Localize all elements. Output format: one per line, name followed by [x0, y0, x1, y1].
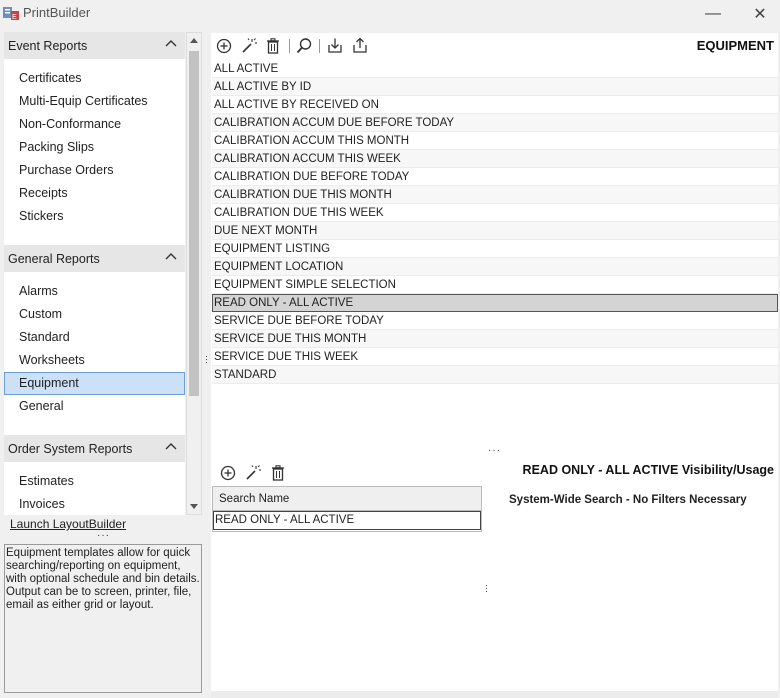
- scroll-down-arrow-icon[interactable]: [189, 501, 199, 511]
- section-items-general-reports: Alarms Custom Standard Worksheets Equipm…: [4, 272, 185, 424]
- sidebar-item-receipts[interactable]: Receipts: [4, 182, 185, 205]
- list-item[interactable]: SERVICE DUE THIS WEEK: [212, 348, 778, 366]
- scrollbar-thumb[interactable]: [189, 51, 199, 396]
- search-name-grid: Search Name READ ONLY - ALL ACTIVE: [212, 486, 482, 532]
- section-header-general-reports[interactable]: General Reports: [4, 245, 185, 272]
- search-icon[interactable]: [295, 37, 313, 55]
- chevron-up-icon[interactable]: [165, 38, 177, 50]
- app-logo-icon: E: [3, 7, 19, 21]
- app-title: PrintBuilder: [23, 5, 91, 20]
- section-header-label: Event Reports: [8, 38, 88, 53]
- horizontal-splitter-handle[interactable]: ···: [488, 445, 501, 456]
- trash-icon[interactable]: [264, 37, 282, 55]
- magic-wand-icon[interactable]: [244, 464, 262, 482]
- list-item[interactable]: DUE NEXT MONTH: [212, 222, 778, 240]
- template-list: ALL ACTIVE ALL ACTIVE BY ID ALL ACTIVE B…: [212, 60, 778, 384]
- list-item[interactable]: EQUIPMENT SIMPLE SELECTION: [212, 276, 778, 294]
- list-item[interactable]: SERVICE DUE THIS MONTH: [212, 330, 778, 348]
- templates-toolbar: EQUIPMENT: [211, 33, 778, 59]
- import-icon[interactable]: [326, 37, 344, 55]
- visibility-note: System-Wide Search - No Filters Necessar…: [509, 494, 747, 506]
- list-item[interactable]: CALIBRATION DUE THIS MONTH: [212, 186, 778, 204]
- scroll-up-arrow-icon[interactable]: [189, 36, 199, 46]
- sidebar-item-purchase-orders[interactable]: Purchase Orders: [4, 159, 185, 182]
- sidebar-item-packing-slips[interactable]: Packing Slips: [4, 136, 185, 159]
- minimize-icon: —: [705, 5, 721, 22]
- list-item[interactable]: EQUIPMENT LISTING: [212, 240, 778, 258]
- list-item[interactable]: EQUIPMENT LOCATION: [212, 258, 778, 276]
- template-description: Equipment templates allow for quick sear…: [4, 544, 202, 693]
- horizontal-splitter-handle[interactable]: ···: [97, 530, 110, 541]
- list-item[interactable]: CALIBRATION ACCUM THIS MONTH: [212, 132, 778, 150]
- svg-text:E: E: [12, 14, 17, 21]
- sidebar-item-worksheets[interactable]: Worksheets: [4, 349, 185, 372]
- chevron-up-icon[interactable]: [165, 441, 177, 453]
- list-item[interactable]: CALIBRATION DUE BEFORE TODAY: [212, 168, 778, 186]
- visibility-toolbar: [211, 461, 481, 485]
- list-item[interactable]: CALIBRATION ACCUM DUE BEFORE TODAY: [212, 114, 778, 132]
- vertical-splitter-handle[interactable]: · · ·: [485, 581, 488, 596]
- grid-column-header[interactable]: Search Name: [213, 487, 481, 511]
- list-item[interactable]: SERVICE DUE BEFORE TODAY: [212, 312, 778, 330]
- sidebar-item-custom[interactable]: Custom: [4, 303, 185, 326]
- section-items-order-system-reports: Estimates Invoices: [4, 462, 185, 515]
- report-category-sidebar: Event Reports Certificates Multi-Equip C…: [4, 32, 185, 515]
- list-item[interactable]: CALIBRATION ACCUM THIS WEEK: [212, 150, 778, 168]
- list-item[interactable]: CALIBRATION DUE THIS WEEK: [212, 204, 778, 222]
- list-item-selected[interactable]: READ ONLY - ALL ACTIVE: [212, 294, 778, 312]
- section-header-order-system-reports[interactable]: Order System Reports: [4, 435, 185, 462]
- export-icon[interactable]: [351, 37, 369, 55]
- list-item[interactable]: ALL ACTIVE BY RECEIVED ON: [212, 96, 778, 114]
- sidebar-item-non-conformance[interactable]: Non-Conformance: [4, 113, 185, 136]
- close-icon: ✕: [753, 6, 767, 23]
- sidebar-item-multi-equip-certificates[interactable]: Multi-Equip Certificates: [4, 90, 185, 113]
- table-row[interactable]: READ ONLY - ALL ACTIVE: [213, 511, 481, 530]
- list-item[interactable]: ALL ACTIVE: [212, 60, 778, 78]
- section-gap: [4, 234, 185, 245]
- sidebar-item-invoices[interactable]: Invoices: [4, 493, 185, 515]
- launch-layoutbuilder-link[interactable]: Launch LayoutBuilder: [10, 517, 126, 531]
- title-bar: E PrintBuilder — ✕: [0, 0, 780, 28]
- sidebar-item-standard[interactable]: Standard: [4, 326, 185, 349]
- sidebar-item-general[interactable]: General: [4, 395, 185, 418]
- sidebar-item-certificates[interactable]: Certificates: [4, 67, 185, 90]
- chevron-up-icon[interactable]: [165, 251, 177, 263]
- add-icon[interactable]: [219, 464, 237, 482]
- add-icon[interactable]: [215, 37, 233, 55]
- toolbar-separator: [319, 39, 320, 53]
- trash-icon[interactable]: [269, 464, 287, 482]
- sidebar-item-alarms[interactable]: Alarms: [4, 280, 185, 303]
- section-header-event-reports[interactable]: Event Reports: [4, 32, 185, 59]
- section-items-event-reports: Certificates Multi-Equip Certificates No…: [4, 59, 185, 234]
- visibility-title: READ ONLY - ALL ACTIVE Visibility/Usage: [522, 463, 774, 477]
- sidebar-scrollbar[interactable]: [186, 32, 202, 515]
- sidebar-item-equipment[interactable]: Equipment: [4, 372, 185, 395]
- list-item[interactable]: STANDARD: [212, 366, 778, 384]
- sidebar-item-stickers[interactable]: Stickers: [4, 205, 185, 228]
- section-header-label: Order System Reports: [8, 441, 133, 456]
- equipment-templates-panel: EQUIPMENT ALL ACTIVE ALL ACTIVE BY ID AL…: [211, 33, 778, 691]
- toolbar-separator: [289, 39, 290, 53]
- section-header-label: General Reports: [8, 251, 100, 266]
- magic-wand-icon[interactable]: [240, 37, 258, 55]
- vertical-splitter-handle[interactable]: · · ·: [205, 352, 208, 367]
- list-item[interactable]: ALL ACTIVE BY ID: [212, 78, 778, 96]
- sidebar-item-estimates[interactable]: Estimates: [4, 470, 185, 493]
- section-gap: [4, 424, 185, 435]
- hidden-panel-edge: [211, 691, 778, 698]
- close-button[interactable]: ✕: [745, 4, 775, 24]
- panel-title: EQUIPMENT: [696, 38, 774, 53]
- minimize-button[interactable]: —: [698, 4, 728, 24]
